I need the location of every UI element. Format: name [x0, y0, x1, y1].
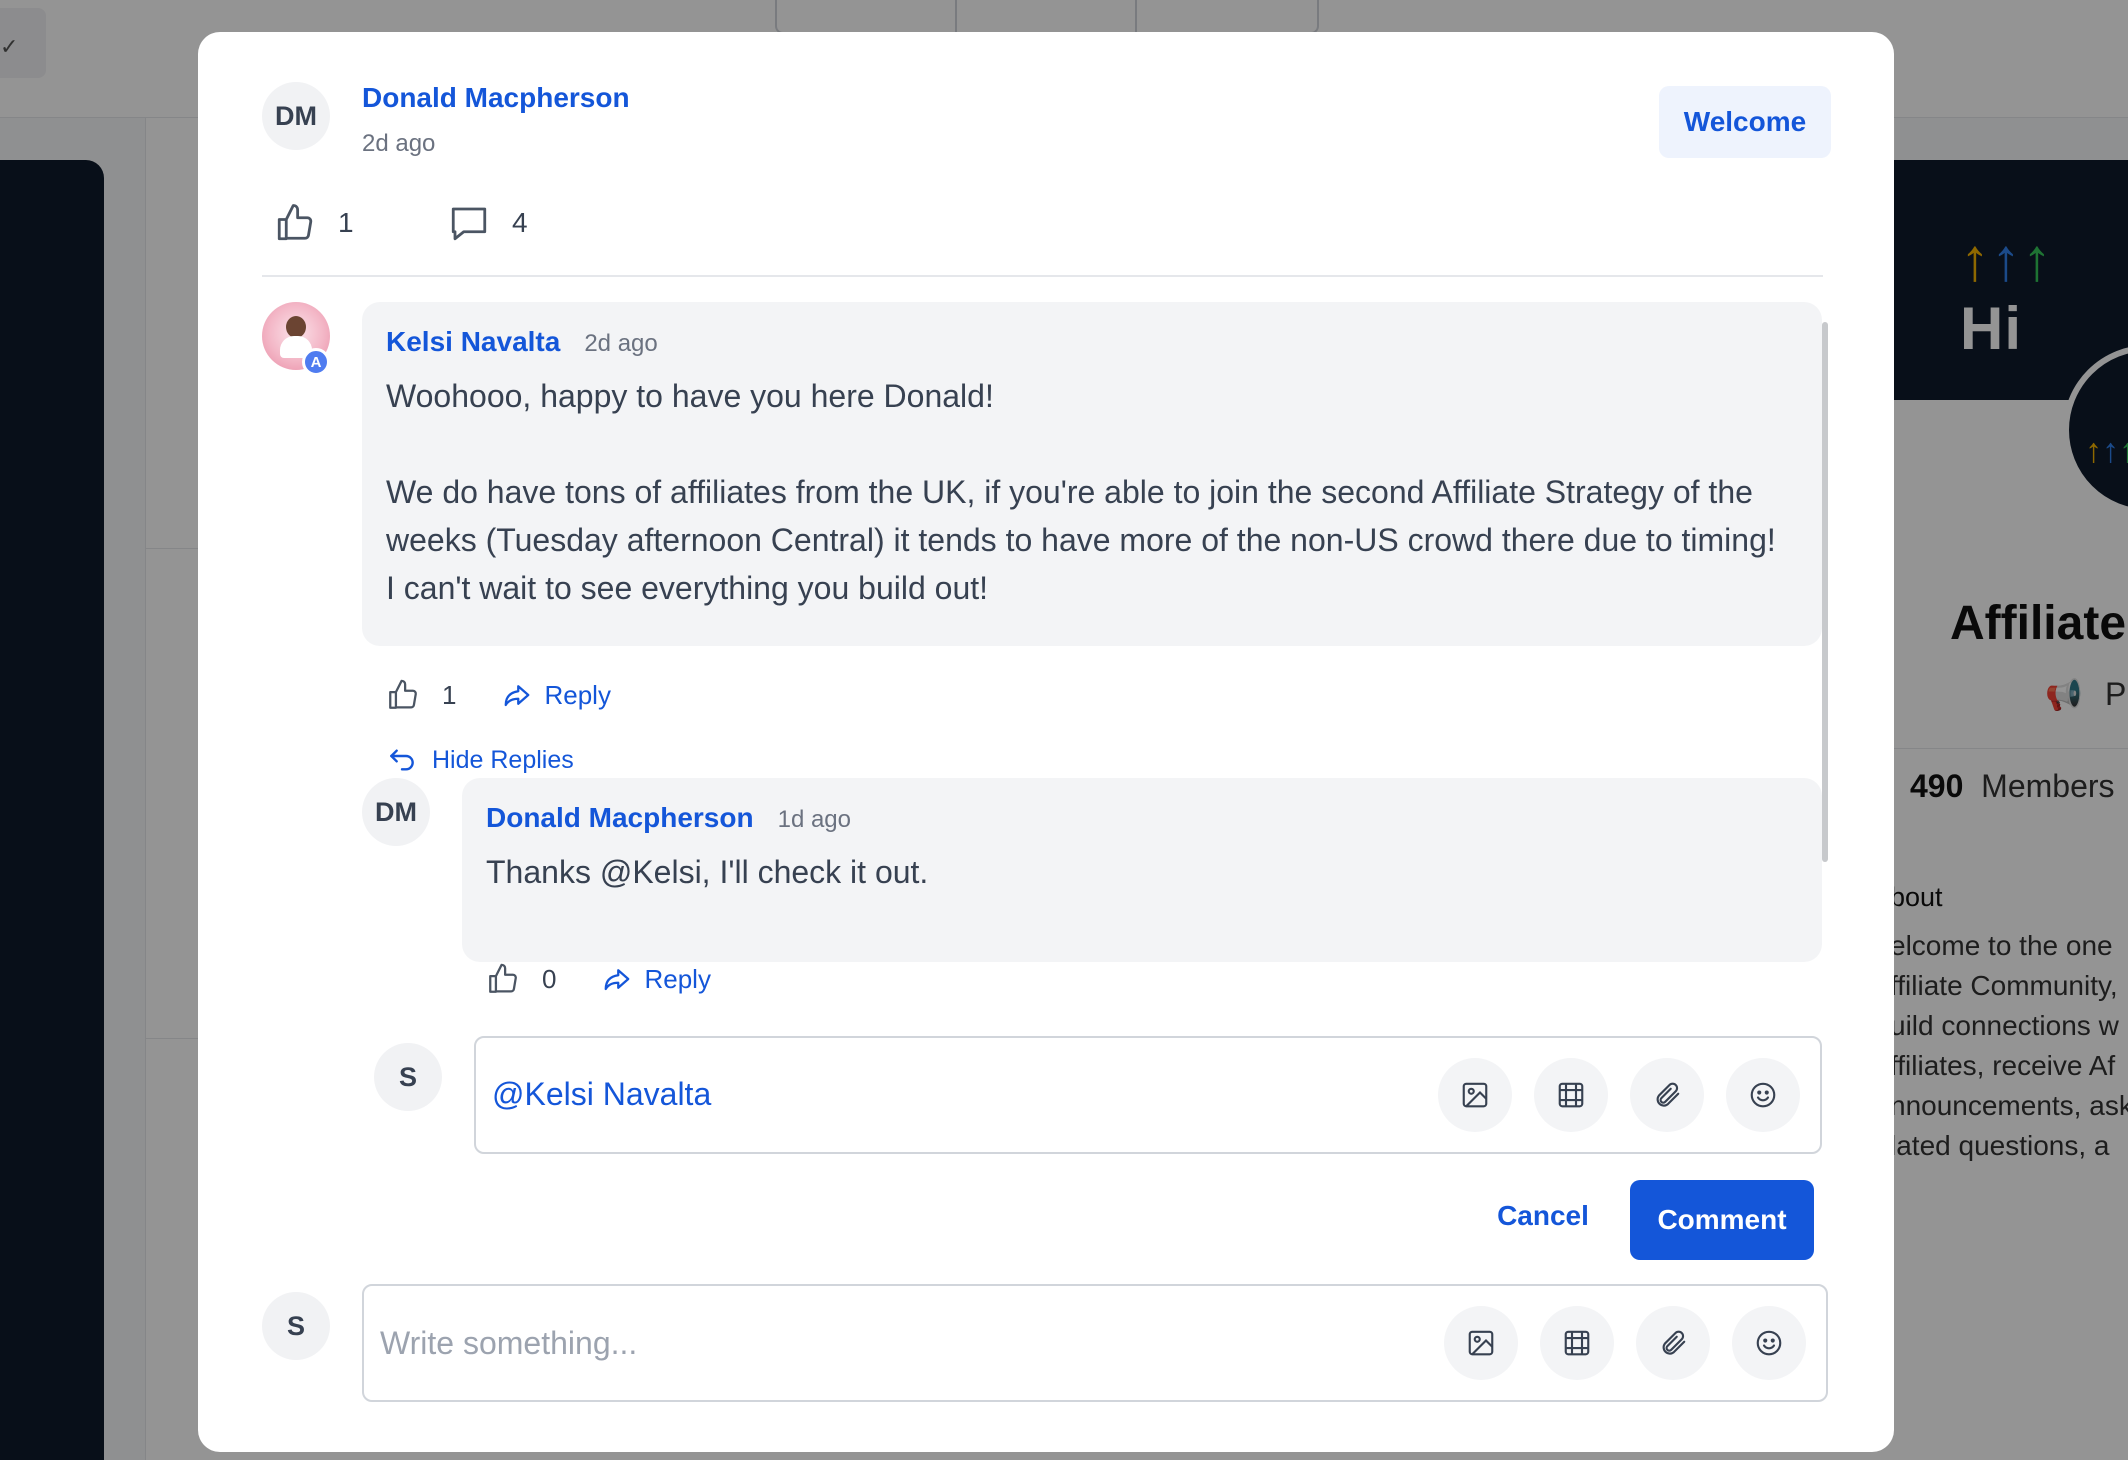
hide-replies-button[interactable]: Hide Replies: [386, 744, 574, 776]
reply-author-name[interactable]: Donald Macpherson: [486, 802, 754, 834]
reply-editor-toolbar: [1438, 1058, 1800, 1132]
gif-button[interactable]: [1534, 1058, 1608, 1132]
emoji-button[interactable]: [1726, 1058, 1800, 1132]
image-upload-button[interactable]: [1444, 1306, 1518, 1380]
mention-tag[interactable]: @Kelsi Navalta: [492, 1076, 711, 1113]
image-upload-button[interactable]: [1438, 1058, 1512, 1132]
post-time: 2d ago: [362, 130, 436, 157]
reply-reply-button[interactable]: Reply: [602, 964, 711, 995]
comment-text: Woohooo, happy to have you here Donald! …: [386, 378, 1776, 606]
attach-file-button[interactable]: [1630, 1058, 1704, 1132]
emoji-icon: [1756, 1330, 1782, 1356]
reply-like-count: 0: [542, 963, 557, 994]
reply-editor[interactable]: @Kelsi Navalta: [474, 1036, 1822, 1154]
comment-reply-button[interactable]: Reply: [502, 680, 611, 711]
thumbs-up-icon: [489, 963, 517, 993]
image-icon: [1462, 1082, 1488, 1108]
gif-icon: [1564, 1330, 1590, 1356]
post-modal: DM Donald Macpherson 2d ago Welcome 1 4 …: [198, 32, 1894, 1452]
image-icon: [1468, 1330, 1494, 1356]
main-editor-toolbar: [1444, 1306, 1806, 1380]
post-divider: [262, 275, 1823, 277]
gif-icon: [1558, 1082, 1584, 1108]
post-comment-button[interactable]: 4: [448, 202, 528, 244]
thumbs-up-icon: [277, 204, 313, 241]
welcome-tag-button[interactable]: Welcome: [1659, 86, 1831, 158]
reply-like-button[interactable]: 0: [486, 962, 556, 996]
comment-icon: [451, 207, 487, 241]
hide-replies-icon: [390, 749, 414, 771]
comment-author-name[interactable]: Kelsi Navalta: [386, 326, 560, 358]
admin-badge: A: [302, 348, 330, 376]
paperclip-icon: [1662, 1330, 1686, 1355]
reply-text: Thanks @Kelsi, I'll check it out.: [486, 854, 929, 890]
main-comment-editor: [362, 1284, 1828, 1402]
comments-scrollbar[interactable]: [1822, 322, 1828, 862]
comment-like-count: 1: [442, 679, 457, 710]
post-comment-count: 4: [512, 207, 528, 238]
reply-bubble: Donald Macpherson 1d ago Thanks @Kelsi, …: [462, 778, 1822, 962]
comment-like-button[interactable]: 1: [386, 678, 456, 712]
commenter-avatar[interactable]: A: [262, 302, 330, 376]
reply-arrow-icon: [505, 685, 530, 707]
attach-file-button[interactable]: [1636, 1306, 1710, 1380]
reply-author-avatar[interactable]: DM: [362, 778, 430, 846]
post-like-button[interactable]: 1: [274, 202, 354, 244]
current-user-avatar: S: [262, 1292, 330, 1360]
post-author-avatar[interactable]: DM: [262, 82, 330, 150]
post-author-name[interactable]: Donald Macpherson: [362, 82, 630, 114]
current-user-avatar: S: [374, 1043, 442, 1111]
emoji-button[interactable]: [1732, 1306, 1806, 1380]
emoji-icon: [1750, 1082, 1776, 1108]
reply-time: 1d ago: [777, 806, 851, 833]
comment-bubble: Kelsi Navalta 2d ago Woohooo, happy to h…: [362, 302, 1822, 646]
gif-button[interactable]: [1540, 1306, 1614, 1380]
comment-time: 2d ago: [584, 330, 658, 357]
reply-arrow-icon: [605, 969, 630, 991]
thumbs-up-icon: [389, 679, 417, 709]
write-something-input[interactable]: [380, 1312, 1380, 1374]
comment-actions: 1 Reply: [386, 678, 611, 712]
post-like-count: 1: [338, 207, 354, 238]
reply-actions: 0 Reply: [486, 962, 711, 996]
paperclip-icon: [1656, 1082, 1680, 1107]
cancel-button[interactable]: Cancel: [1480, 1176, 1606, 1256]
submit-comment-button[interactable]: Comment: [1630, 1180, 1814, 1260]
